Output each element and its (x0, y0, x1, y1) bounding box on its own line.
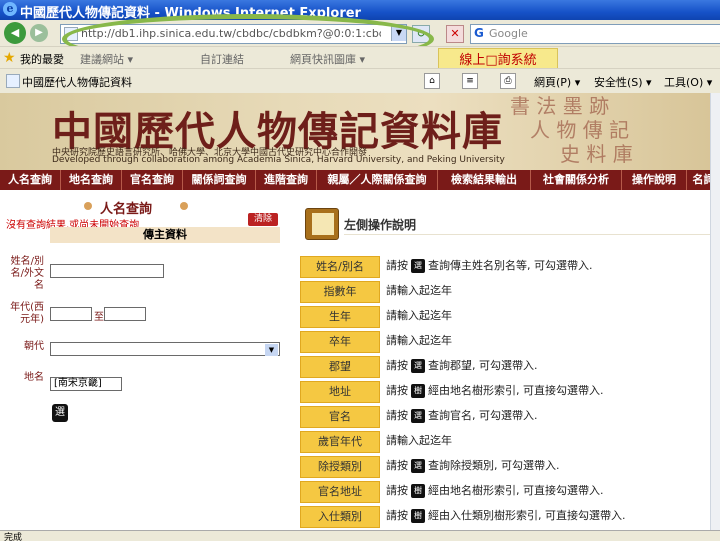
help-desc: 請按選查詢傳主姓名別名等, 可勾選帶入. (386, 259, 593, 273)
help-label: 除授類別 (300, 456, 380, 478)
query-title: 人名查詢 (100, 202, 153, 217)
help-label: 卒年 (300, 331, 380, 353)
tree-icon: 樹 (411, 509, 425, 523)
help-desc: 請輸入起迄年 (386, 434, 452, 447)
help-desc: 請按選查詢郡望, 可勾選帶入. (386, 359, 538, 373)
name-field[interactable] (50, 264, 164, 278)
nav-place-query[interactable]: 地名查詢 (61, 170, 122, 190)
help-label: 歲官年代 (300, 431, 380, 453)
feeds-icon[interactable]: ≡ (462, 73, 478, 89)
lookup-icon: 選 (411, 359, 425, 373)
help-desc: 請輸入起迄年 (386, 334, 452, 347)
help-title: 左側操作說明 (344, 218, 417, 232)
nav-office-query[interactable]: 官名查詢 (122, 170, 183, 190)
help-label: 地址 (300, 381, 380, 403)
google-icon: G (474, 26, 484, 40)
nav-person-query[interactable]: 人名查詢 (0, 170, 61, 190)
bullet-icon (84, 202, 92, 210)
year-end-field[interactable] (104, 307, 146, 321)
dynasty-label: 朝代 (24, 341, 44, 352)
main-nav: 人名查詢 地名查詢 官名查詢 關係詞查詢 進階查詢 親屬／人際關係查詢 檢索結果… (0, 170, 720, 190)
tab-row: 中國歷代人物傳記資料 ⌂ ≡ ⎙ 網頁(P) ▾ 安全性(S) ▾ 工具(O) … (0, 68, 720, 94)
favorites-link[interactable]: 網頁快訊圖庫 ▾ (290, 51, 365, 67)
help-desc: 請按樹經由地名樹形索引, 可直接勾選帶入. (386, 384, 604, 398)
site-subtitle-en: Developed through collaboration among Ac… (52, 155, 505, 165)
year-label: 年代(西元年) (10, 302, 44, 325)
tools-menu[interactable]: 工具(O) ▾ (664, 74, 712, 90)
bullet-icon (180, 202, 188, 210)
help-desc: 請按樹經由入仕類別樹形索引, 可直接勾選帶入. (386, 509, 626, 523)
tab-title[interactable]: 中國歷代人物傳記資料 (22, 74, 132, 90)
lookup-icon: 選 (411, 409, 425, 423)
help-desc: 請按選查詢除授類別, 可勾選帶入. (386, 459, 560, 473)
favorites-label[interactable]: 我的最愛 (20, 51, 64, 67)
nav-output[interactable]: 檢索結果輸出 (438, 170, 531, 190)
help-label: 姓名/別名 (300, 256, 380, 278)
page-scrollbar[interactable] (710, 93, 720, 530)
name-label: 姓名/別名/外文名 (10, 256, 44, 291)
dynasty-select[interactable]: ▼ (50, 342, 280, 356)
help-desc: 請輸入起迄年 (386, 284, 452, 297)
nav-advanced-query[interactable]: 進階查詢 (256, 170, 317, 190)
year-separator: 至 (94, 312, 104, 323)
help-label: 官名地址 (300, 481, 380, 503)
help-label: 指數年 (300, 281, 380, 303)
chevron-down-icon[interactable]: ▼ (265, 344, 278, 356)
help-desc: 請按樹經由地名樹形索引, 可直接勾選帶入. (386, 484, 604, 498)
favorites-bar: ★ 我的最愛 建議網站 ▾ 自訂連結 網頁快訊圖庫 ▾ (0, 46, 720, 69)
back-button[interactable]: ◀ (4, 22, 26, 44)
print-icon[interactable]: ⎙ (500, 73, 516, 89)
page-menu[interactable]: 網頁(P) ▾ (534, 74, 580, 90)
section-header: 傳主資料 (50, 227, 280, 243)
title-bar: e 中國歷代人物傳記資料 - Windows Internet Explorer (0, 0, 720, 21)
stop-icon[interactable]: ✕ (446, 25, 464, 43)
help-label: 官名 (300, 406, 380, 428)
search-input[interactable]: G Google (470, 24, 720, 44)
place-label: 地名 (24, 372, 44, 383)
calligraphy-decoration: 書 法 墨 跡 人 物 傳 記 史 料 庫 (510, 94, 633, 166)
nav-kinship-query[interactable]: 親屬／人際關係查詢 (317, 170, 438, 190)
clear-button[interactable]: 清除 (248, 213, 278, 226)
help-desc: 請輸入起迄年 (386, 309, 452, 322)
nav-relation-word-query[interactable]: 關係詞查詢 (183, 170, 256, 190)
favorites-link[interactable]: 自訂連結 (200, 51, 244, 67)
help-label: 生年 (300, 306, 380, 328)
favorites-link[interactable]: 建議網站 ▾ (80, 51, 133, 67)
help-label: 入仕類別 (300, 506, 380, 528)
book-icon (305, 208, 339, 240)
favorites-star-icon[interactable]: ★ (3, 50, 16, 66)
ie-logo-icon: e (3, 2, 17, 16)
tree-icon: 樹 (411, 484, 425, 498)
site-banner: 書 法 墨 跡 人 物 傳 記 史 料 庫 中國歷代人物傳記資料庫 中央研究院歷… (0, 93, 720, 170)
status-bar: 完成 (0, 530, 720, 543)
year-start-field[interactable] (50, 307, 92, 321)
help-label: 郡望 (300, 356, 380, 378)
safety-menu[interactable]: 安全性(S) ▾ (594, 74, 652, 90)
lookup-icon: 選 (411, 259, 425, 273)
help-desc: 請按選查詢官名, 可勾選帶入. (386, 409, 538, 423)
nav-social-analysis[interactable]: 社會關係分析 (531, 170, 622, 190)
help-divider (344, 234, 714, 235)
tab-page-icon (6, 74, 20, 88)
home-icon[interactable]: ⌂ (424, 73, 440, 89)
forward-button[interactable]: ▶ (30, 24, 48, 42)
status-text: 完成 (4, 533, 23, 543)
tree-icon: 樹 (411, 384, 425, 398)
lookup-icon: 選 (411, 459, 425, 473)
nav-help[interactable]: 操作說明 (622, 170, 687, 190)
place-field[interactable]: [南宋京畿] (50, 377, 122, 391)
search-placeholder: Google (489, 27, 528, 40)
lookup-icon[interactable]: 選 (52, 404, 68, 422)
